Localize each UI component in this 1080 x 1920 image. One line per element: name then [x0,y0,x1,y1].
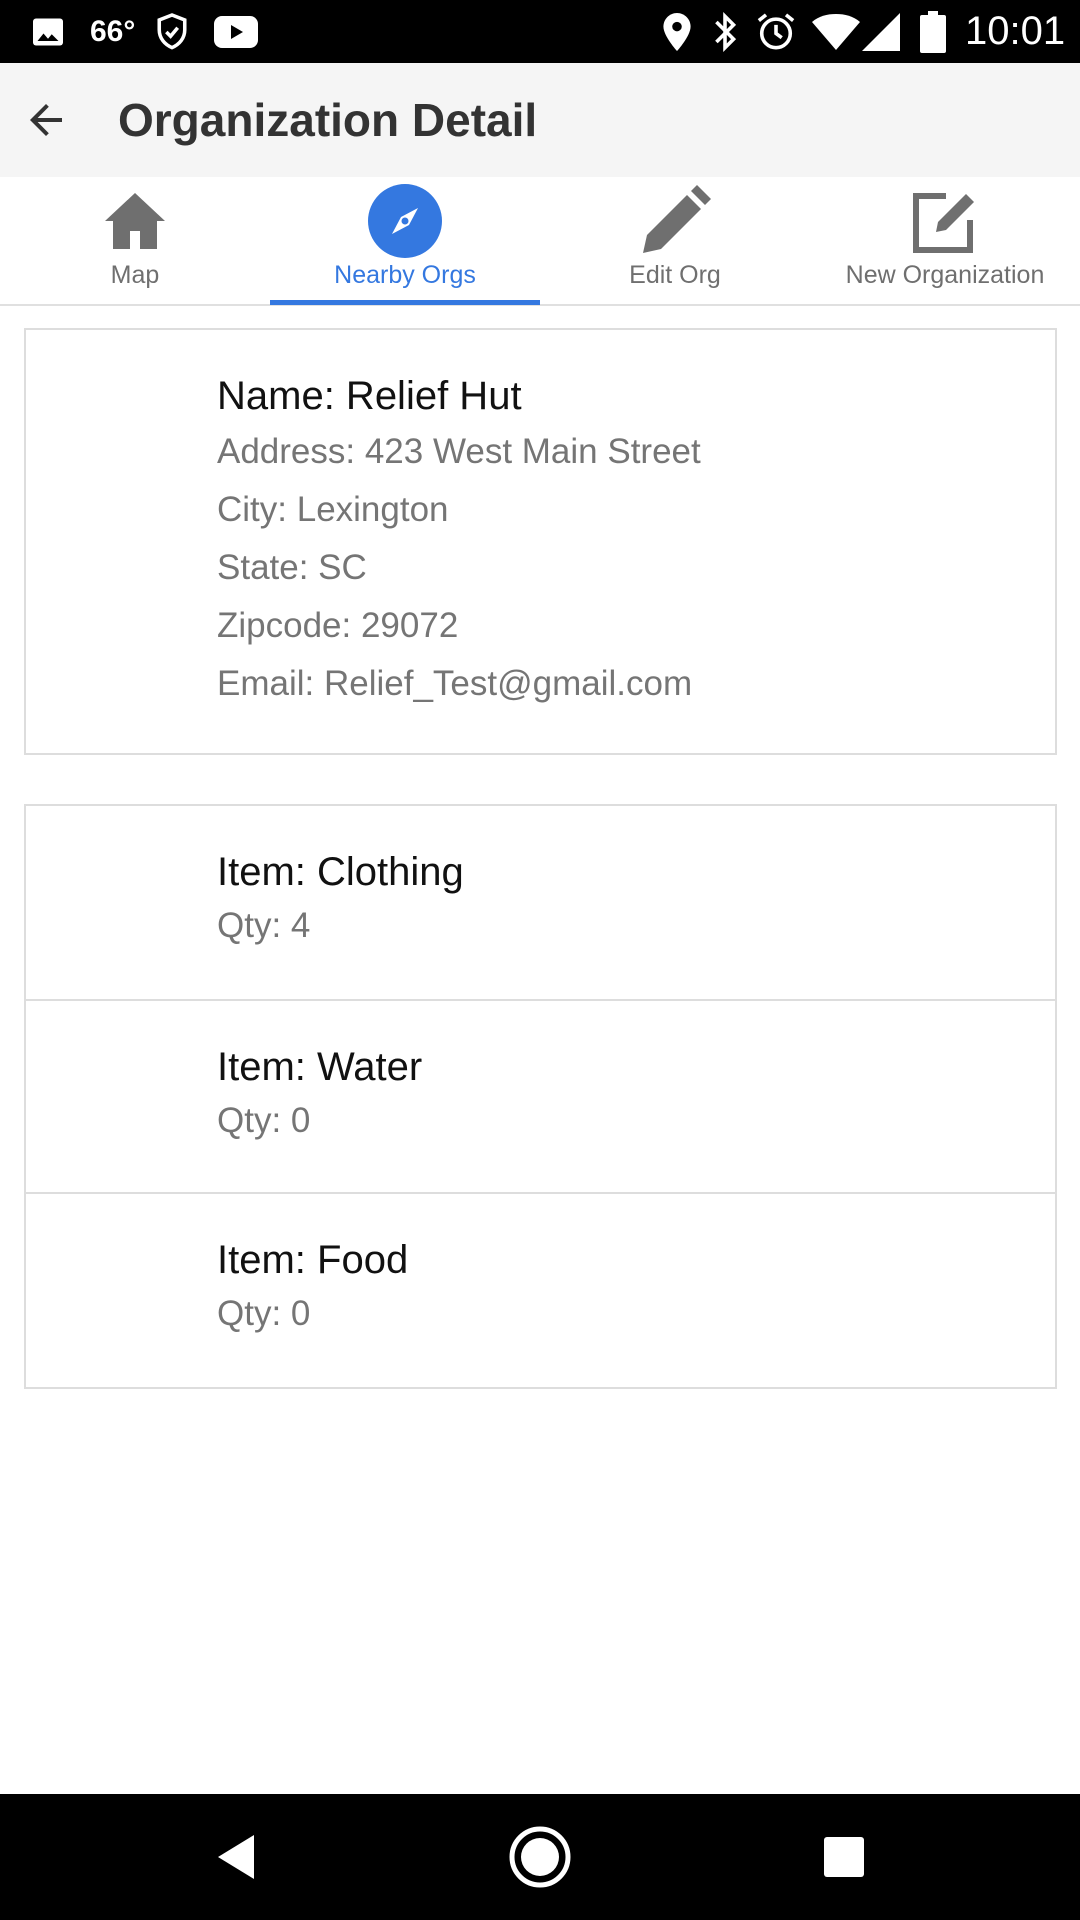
active-tab-indicator [270,300,540,305]
page-title: Organization Detail [118,94,538,146]
cell-signal-icon [862,0,900,63]
org-name: Name: Relief Hut [217,374,522,418]
app-bar: Organization Detail [0,63,1080,177]
tab-label: New Organization [845,261,1045,289]
org-email: Email: Relief_Test@gmail.com [217,664,693,703]
item-qty: Qty: 0 [217,1294,311,1333]
tab-label: Nearby Orgs [334,261,476,289]
item-name: Item: Clothing [217,850,464,894]
tab-label: Edit Org [629,261,721,289]
location-pin-icon [663,0,691,63]
list-item[interactable]: Item: Water Qty: 0 [26,999,1055,1192]
tab-label: Map [110,261,160,289]
edit-square-icon [810,183,1080,259]
back-arrow-icon[interactable] [14,88,78,152]
tab-bar: Map Nearby Orgs Edit Org New Organizatio… [0,177,1080,306]
image-icon [30,0,66,63]
pencil-icon [540,183,810,259]
list-item[interactable]: Item: Food Qty: 0 [26,1192,1055,1385]
org-city: City: Lexington [217,490,449,529]
battery-icon [920,0,946,63]
wifi-icon [812,0,860,63]
org-address: Address: 423 West Main Street [217,432,701,471]
org-zipcode: Zipcode: 29072 [217,606,459,645]
item-qty: Qty: 0 [217,1101,311,1140]
org-state: State: SC [217,548,367,587]
youtube-icon [214,0,258,63]
temperature-text: 66° [90,14,136,48]
tab-edit-org[interactable]: Edit Org [540,177,810,306]
status-bar: 66° 10:01 [0,0,1080,63]
tab-map[interactable]: Map [0,177,270,306]
inventory-list: Item: Clothing Qty: 4 Item: Water Qty: 0… [24,804,1057,1389]
alarm-icon [756,0,796,63]
list-item[interactable]: Item: Clothing Qty: 4 [26,806,1055,999]
nav-recents-icon[interactable] [804,1817,884,1897]
item-name: Item: Food [217,1238,409,1282]
item-name: Item: Water [217,1045,423,1089]
system-nav-bar [0,1794,1080,1920]
tab-nearby-orgs[interactable]: Nearby Orgs [270,177,540,306]
compass-icon [270,183,540,259]
bluetooth-icon [712,0,738,63]
organization-card: Name: Relief Hut Address: 423 West Main … [24,328,1057,755]
home-icon [0,183,270,259]
clock-text: 10:01 [965,9,1066,53]
item-qty: Qty: 4 [217,906,311,945]
tab-new-organization[interactable]: New Organization [810,177,1080,306]
nav-back-icon[interactable] [196,1817,276,1897]
nav-home-icon[interactable] [500,1817,580,1897]
shield-check-icon [155,0,189,63]
